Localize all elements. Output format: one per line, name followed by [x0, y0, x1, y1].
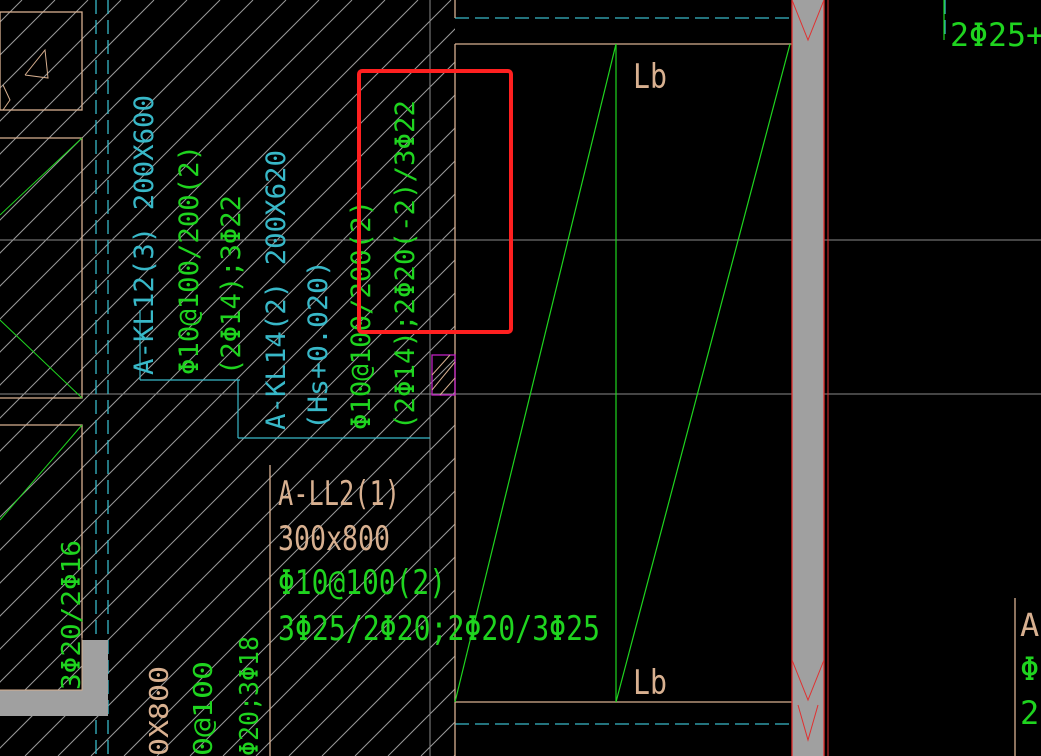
shear-wall — [791, 0, 829, 756]
kl14-stirrup: Φ10@100/200(2) — [346, 200, 377, 430]
kl12-stirrup: Φ10@100/200(2) — [174, 145, 205, 375]
bottom-left-size: 0X800 — [145, 666, 175, 756]
right-edge-name: A- — [1020, 606, 1041, 644]
ll2-rebar: 3Φ25/2Φ20;2Φ20/3Φ25 — [278, 609, 600, 649]
left-vertical-rebar: 3Φ20/2Φ16 — [57, 540, 87, 690]
right-edge-annotation: A- Φ 2 — [1020, 606, 1041, 732]
kl12-rebar: (2Φ14);3Φ22 — [216, 195, 247, 375]
kl14-hs: (Hs+0.020) — [303, 260, 334, 430]
kl12-annotation: A-KL12(3) 200X600 — [129, 95, 160, 375]
ll2-stirrup: Φ10@100(2) — [278, 563, 446, 603]
kl12-name: A-KL12(3) 200X600 — [129, 95, 160, 375]
lb-bottom-label: Lb — [633, 663, 667, 703]
right-edge-rebar: 2 — [1020, 694, 1039, 732]
cad-drawing-canvas[interactable]: A-KL12(3) 200X600 Φ10@100/200(2) (2Φ14);… — [0, 0, 1041, 756]
bottom-left-stirrup: 0@100 — [189, 661, 219, 756]
top-right-rebar: 2Φ25+ — [950, 16, 1041, 54]
ll2-name: A-LL2(1) — [278, 474, 400, 514]
lb-top-label: Lb — [633, 57, 667, 97]
right-edge-stirrup: Φ — [1020, 650, 1039, 688]
kl14-name: A-KL14(2) 200X620 — [261, 150, 292, 430]
bottom-left-rebar: Φ20;3Φ18 — [235, 636, 265, 756]
kl14-rebar: (2Φ14);2Φ20(-2)/3Φ22 — [390, 100, 421, 430]
ll2-size: 300x800 — [278, 519, 390, 559]
